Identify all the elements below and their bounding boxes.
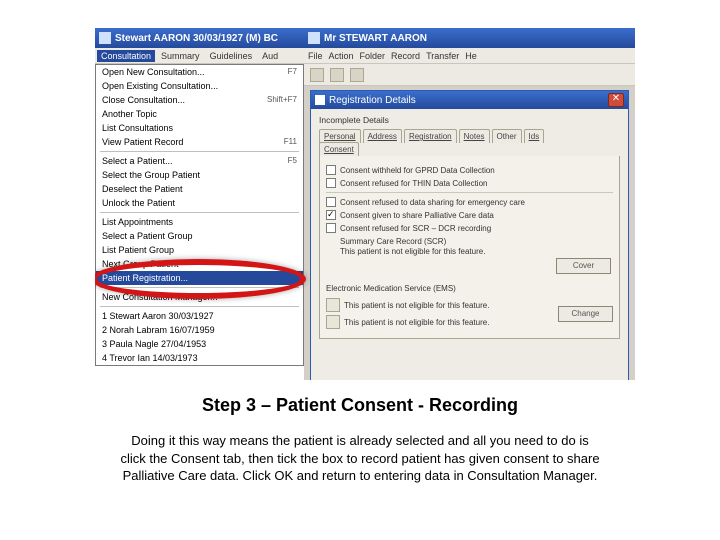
incomplete-details-label: Incomplete Details bbox=[319, 115, 620, 125]
menu-action[interactable]: Action bbox=[329, 51, 354, 61]
menu-guidelines[interactable]: Guidelines bbox=[206, 50, 257, 62]
menu-record[interactable]: Record bbox=[391, 51, 420, 61]
info-icon bbox=[326, 315, 340, 329]
menu-item[interactable]: 1 Stewart Aaron 30/03/1927 bbox=[96, 309, 303, 323]
registration-window: Mr STEWART AARON File Action Folder Reco… bbox=[304, 28, 635, 380]
checkbox-scr-dcr[interactable] bbox=[326, 223, 336, 233]
checkbox-label: Consent given to share Palliative Care d… bbox=[340, 211, 494, 220]
app-icon bbox=[308, 32, 320, 44]
screenshot-composite: Stewart AARON 30/03/1927 (M) BC Consulta… bbox=[95, 28, 635, 380]
toolbar-icon[interactable] bbox=[310, 68, 324, 82]
menu-item[interactable]: List Consultations bbox=[96, 121, 303, 135]
toolbar-right bbox=[304, 64, 635, 86]
checkbox-label: Consent refused to data sharing for emer… bbox=[340, 198, 525, 207]
menu-item[interactable]: Select a Patient...F5 bbox=[96, 154, 303, 168]
tab-consent[interactable]: Consent bbox=[319, 142, 359, 156]
window-client-area: Registration Details Incomplete Details … bbox=[304, 86, 635, 380]
checkbox-palliative-care[interactable] bbox=[326, 210, 336, 220]
tab-personal[interactable]: Personal bbox=[319, 129, 361, 143]
title-bar-right: Mr STEWART AARON bbox=[304, 28, 635, 48]
menu-item-patient-registration[interactable]: Patient Registration... bbox=[96, 271, 303, 285]
close-icon[interactable] bbox=[608, 93, 624, 107]
consultation-dropdown: Open New Consultation...F7 Open Existing… bbox=[95, 64, 304, 366]
menu-item[interactable]: 4 Trevor Ian 14/03/1973 bbox=[96, 351, 303, 365]
tab-registration[interactable]: Registration bbox=[404, 129, 457, 143]
tab-address[interactable]: Address bbox=[363, 129, 402, 143]
dialog-title-text: Registration Details bbox=[329, 95, 416, 106]
title-bar-text: Stewart AARON 30/03/1927 (M) BC bbox=[115, 33, 278, 44]
menu-file[interactable]: File bbox=[308, 51, 323, 61]
menu-help[interactable]: He bbox=[465, 51, 477, 61]
menu-folder[interactable]: Folder bbox=[360, 51, 386, 61]
menu-item[interactable]: 3 Paula Nagle 27/04/1953 bbox=[96, 337, 303, 351]
dialog-body: Incomplete Details Personal Address Regi… bbox=[311, 109, 628, 343]
tab-other[interactable]: Other bbox=[492, 129, 522, 143]
menu-item[interactable]: List Appointments bbox=[96, 215, 303, 229]
title-bar-text: Mr STEWART AARON bbox=[324, 33, 427, 44]
menu-item[interactable]: Close Consultation...Shift+F7 bbox=[96, 93, 303, 107]
scr-note: This patient is not eligible for this fe… bbox=[340, 247, 613, 256]
checkbox-label: Consent withheld for GPRD Data Collectio… bbox=[340, 166, 495, 175]
menu-summary[interactable]: Summary bbox=[157, 50, 204, 62]
consultation-window: Stewart AARON 30/03/1927 (M) BC Consulta… bbox=[95, 28, 304, 380]
slide-heading: Step 3 – Patient Consent - Recording bbox=[0, 395, 720, 416]
dialog-title-bar: Registration Details bbox=[311, 91, 628, 109]
menu-transfer[interactable]: Transfer bbox=[426, 51, 459, 61]
cover-button[interactable]: Cover bbox=[556, 258, 611, 274]
checkbox-gprd[interactable] bbox=[326, 165, 336, 175]
menu-bar-right: File Action Folder Record Transfer He bbox=[304, 48, 635, 64]
info-icon bbox=[326, 298, 340, 312]
menu-item[interactable]: List Patient Group bbox=[96, 243, 303, 257]
menu-consultation[interactable]: Consultation bbox=[97, 50, 155, 62]
menu-item[interactable]: New Consultation Manager... bbox=[96, 290, 303, 304]
menu-item[interactable]: View Patient RecordF11 bbox=[96, 135, 303, 149]
tab-notes[interactable]: Notes bbox=[459, 129, 490, 143]
menu-item[interactable]: Open New Consultation...F7 bbox=[96, 65, 303, 79]
scr-subtitle: Summary Care Record (SCR) bbox=[340, 237, 613, 246]
registration-details-dialog: Registration Details Incomplete Details … bbox=[310, 90, 629, 380]
slide-body-text: Doing it this way means the patient is a… bbox=[120, 432, 600, 485]
checkbox-label: Consent refused for SCR – DCR recording bbox=[340, 224, 491, 233]
menu-item[interactable]: Another Topic bbox=[96, 107, 303, 121]
tab-ids[interactable]: Ids bbox=[524, 129, 545, 143]
toolbar-icon[interactable] bbox=[350, 68, 364, 82]
menu-item[interactable]: Open Existing Consultation... bbox=[96, 79, 303, 93]
checkbox-emergency-care[interactable] bbox=[326, 197, 336, 207]
checkbox-label: Consent refused for THIN Data Collection bbox=[340, 179, 487, 188]
checkbox-thin[interactable] bbox=[326, 178, 336, 188]
ems-note: This patient is not eligible for this fe… bbox=[344, 301, 489, 310]
document-icon bbox=[315, 95, 325, 105]
menu-item[interactable]: Select the Group Patient bbox=[96, 168, 303, 182]
title-bar-left: Stewart AARON 30/03/1927 (M) BC bbox=[95, 28, 304, 48]
app-icon bbox=[99, 32, 111, 44]
menu-item[interactable]: Unlock the Patient bbox=[96, 196, 303, 210]
change-button[interactable]: Change bbox=[558, 306, 613, 322]
menu-bar-left: Consultation Summary Guidelines Aud bbox=[95, 48, 304, 64]
menu-item[interactable]: Select a Patient Group bbox=[96, 229, 303, 243]
menu-item[interactable]: Deselect the Patient bbox=[96, 182, 303, 196]
toolbar-icon[interactable] bbox=[330, 68, 344, 82]
tab-strip: Personal Address Registration Notes Othe… bbox=[319, 129, 620, 143]
menu-aud[interactable]: Aud bbox=[258, 50, 282, 62]
menu-item[interactable]: Next Group Patient bbox=[96, 257, 303, 271]
consent-panel: Consent withheld for GPRD Data Collectio… bbox=[319, 156, 620, 339]
menu-item[interactable]: 2 Norah Labram 16/07/1959 bbox=[96, 323, 303, 337]
ems-note: This patient is not eligible for this fe… bbox=[344, 318, 489, 327]
ems-title: Electronic Medication Service (EMS) bbox=[326, 284, 613, 293]
